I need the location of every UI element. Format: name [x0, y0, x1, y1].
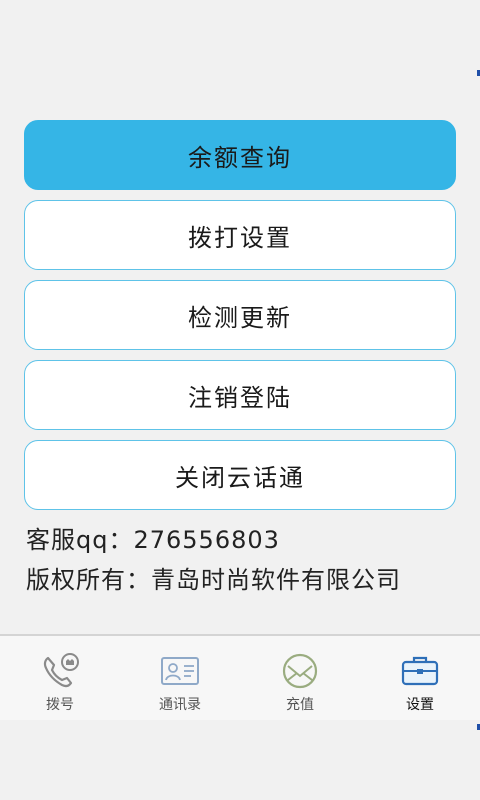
- check-update-button[interactable]: 检测更新: [24, 280, 456, 350]
- tab-settings[interactable]: 设置: [360, 636, 480, 720]
- tab-label-contacts: 通讯录: [159, 697, 201, 713]
- envelope-icon: [280, 652, 320, 690]
- close-app-button[interactable]: 关闭云话通: [24, 440, 456, 510]
- tab-contacts[interactable]: 通讯录: [120, 636, 240, 720]
- balance-query-button[interactable]: 余额查询: [24, 120, 456, 190]
- tab-dial[interactable]: 拨号: [0, 636, 120, 720]
- settings-menu: 余额查询 拨打设置 检测更新 注销登陆 关闭云话通: [24, 120, 456, 520]
- dial-settings-button[interactable]: 拨打设置: [24, 200, 456, 270]
- tab-recharge[interactable]: 充值: [240, 636, 360, 720]
- copyright-text: 版权所有：青岛时尚软件有限公司: [26, 566, 401, 594]
- contact-card-icon: [160, 652, 200, 690]
- phone-icon: [40, 652, 80, 690]
- bottom-tab-bar: 拨号 通讯录 充值 设置: [0, 634, 480, 720]
- briefcase-icon: [400, 652, 440, 690]
- tab-label-recharge: 充值: [286, 697, 314, 713]
- logout-button[interactable]: 注销登陆: [24, 360, 456, 430]
- customer-service-qq: 客服qq：276556803: [26, 526, 280, 554]
- tab-label-settings: 设置: [406, 697, 434, 713]
- tab-label-dial: 拨号: [46, 697, 74, 713]
